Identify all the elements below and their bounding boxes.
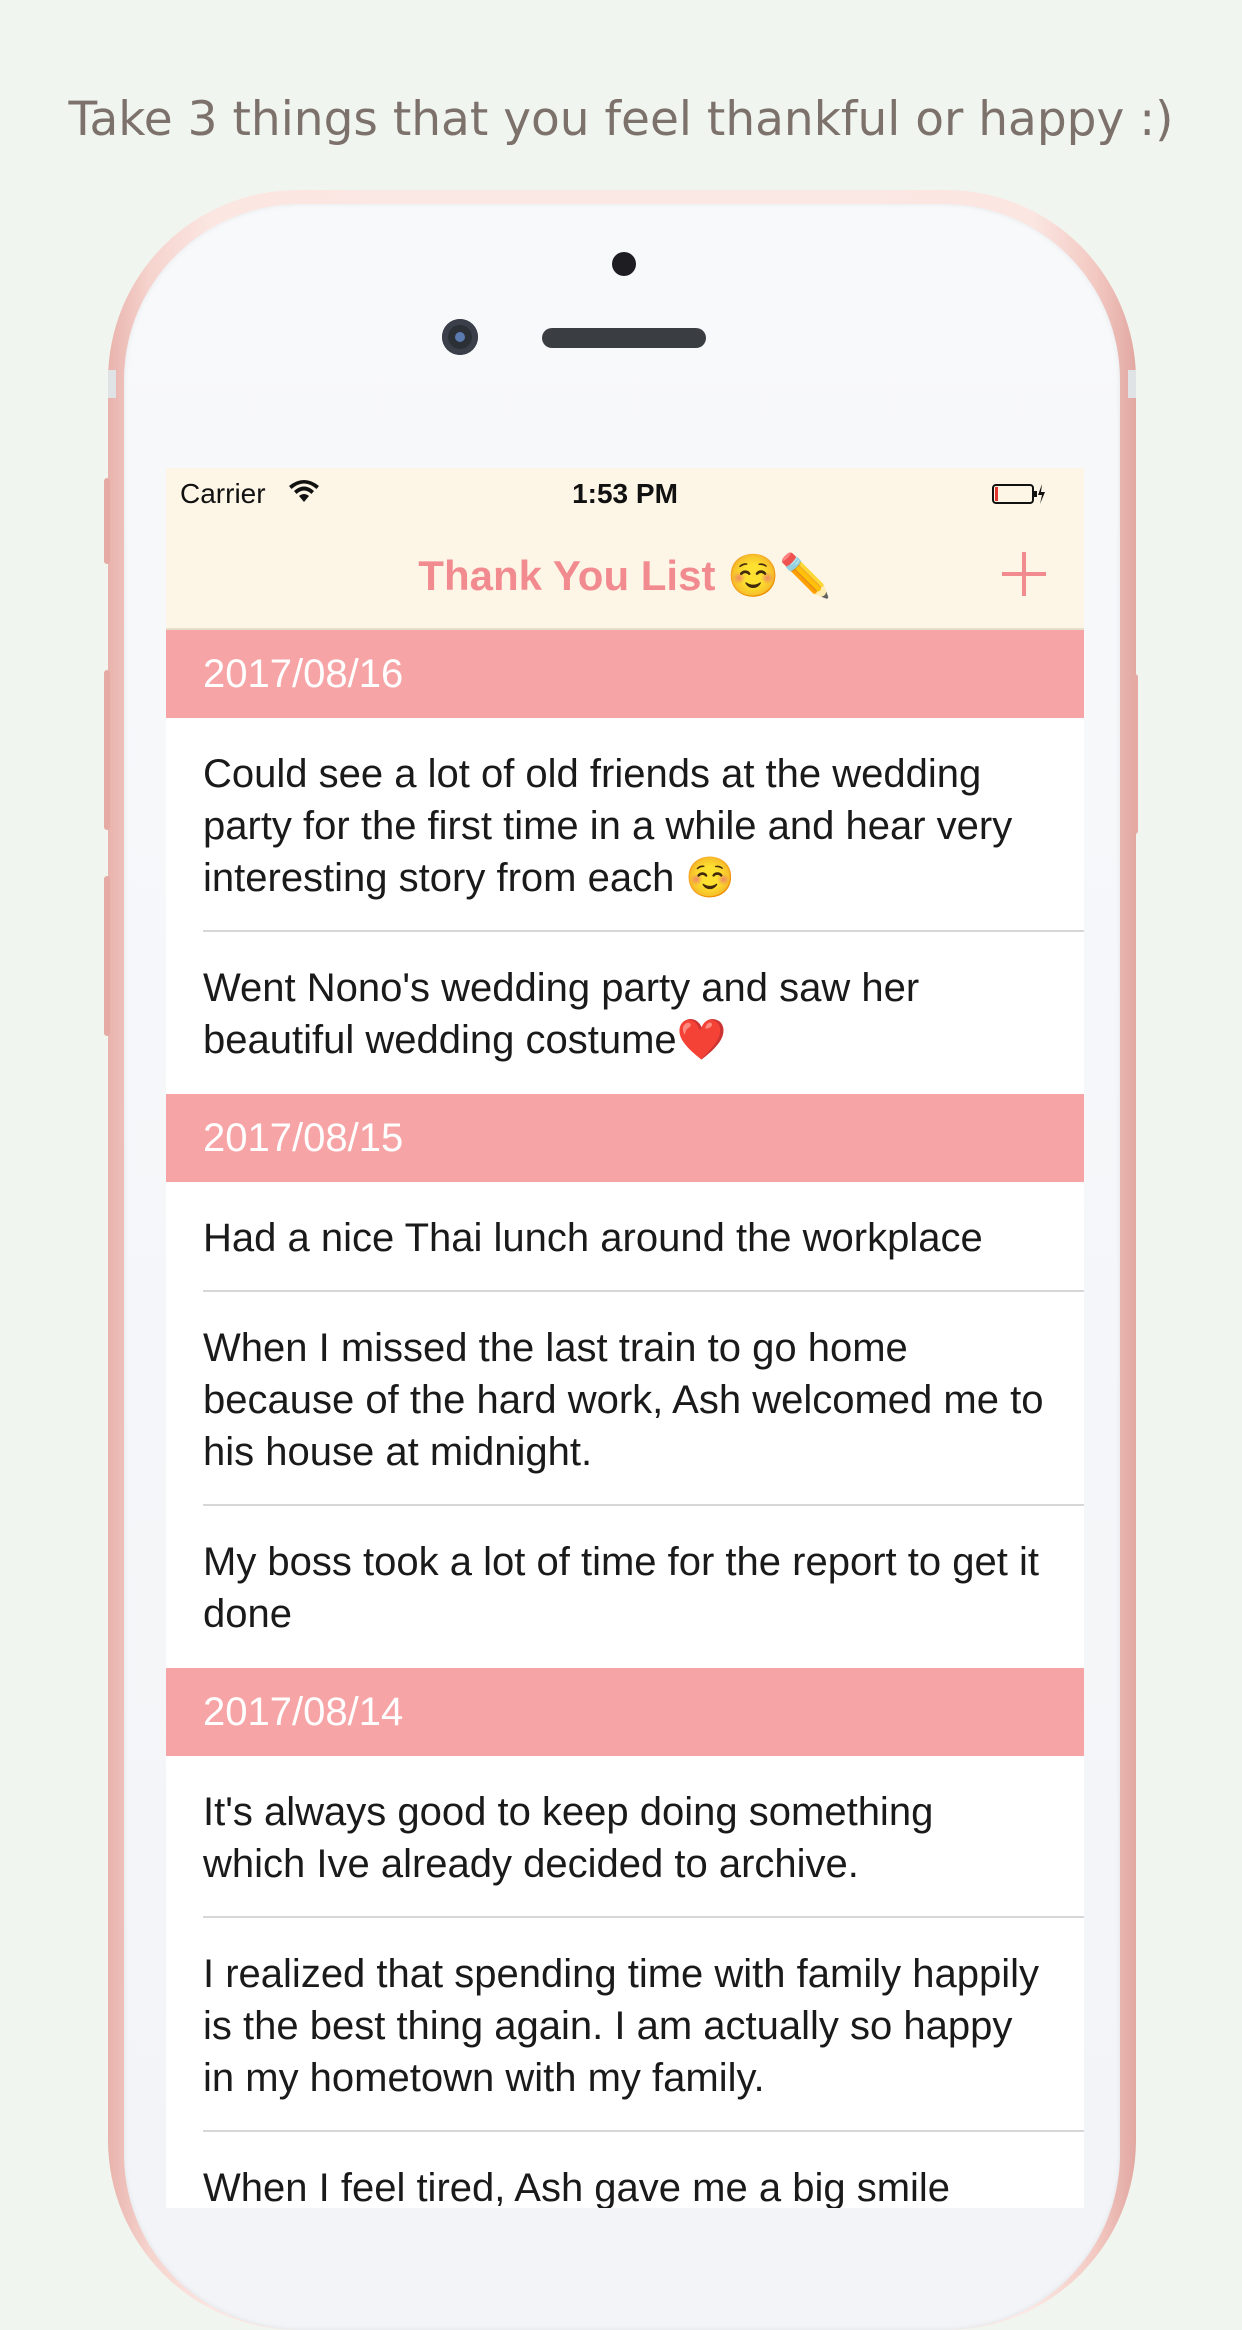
earpiece-speaker [542, 328, 706, 348]
navigation-bar: Thank You List ☺️✏️ [166, 520, 1084, 630]
page-title: Thank You List ☺️✏️ [418, 552, 832, 599]
list-item[interactable]: It's always good to keep doing something… [166, 1756, 1084, 1918]
list-item[interactable]: I realized that spending time with famil… [166, 1918, 1084, 2132]
add-entry-button[interactable] [992, 542, 1056, 606]
volume-up-button [104, 670, 110, 830]
app-screen: Carrier 1:53 PM Thank You List ☺️✏️ 2017… [166, 468, 1084, 2208]
list-item[interactable]: Had a nice Thai lunch around the workpla… [166, 1182, 1084, 1292]
status-bar: Carrier 1:53 PM [166, 468, 1084, 520]
antenna-line-left [108, 370, 116, 398]
section-header: 2017/08/15 [166, 1094, 1084, 1182]
list-item[interactable]: When I feel tired, Ash gave me a big smi… [166, 2132, 1084, 2208]
section-header: 2017/08/16 [166, 630, 1084, 718]
front-camera-icon [442, 319, 478, 355]
status-time: 1:53 PM [572, 478, 678, 509]
list-item[interactable]: Could see a lot of old friends at the we… [166, 718, 1084, 932]
antenna-line-right [1128, 370, 1136, 398]
thank-you-list[interactable]: 2017/08/16 Could see a lot of old friend… [166, 630, 1084, 2208]
list-item[interactable]: When I missed the last train to go home … [166, 1292, 1084, 1506]
power-button [1132, 674, 1138, 834]
list-item[interactable]: My boss took a lot of time for the repor… [166, 1506, 1084, 1668]
volume-down-button [104, 876, 110, 1036]
list-item[interactable]: Went Nono's wedding party and saw her be… [166, 932, 1084, 1094]
mute-switch [104, 478, 110, 564]
battery-icon [992, 484, 1045, 504]
section-header: 2017/08/14 [166, 1668, 1084, 1756]
marketing-caption: Take 3 things that you feel thankful or … [68, 92, 1174, 147]
proximity-sensor [612, 252, 636, 276]
